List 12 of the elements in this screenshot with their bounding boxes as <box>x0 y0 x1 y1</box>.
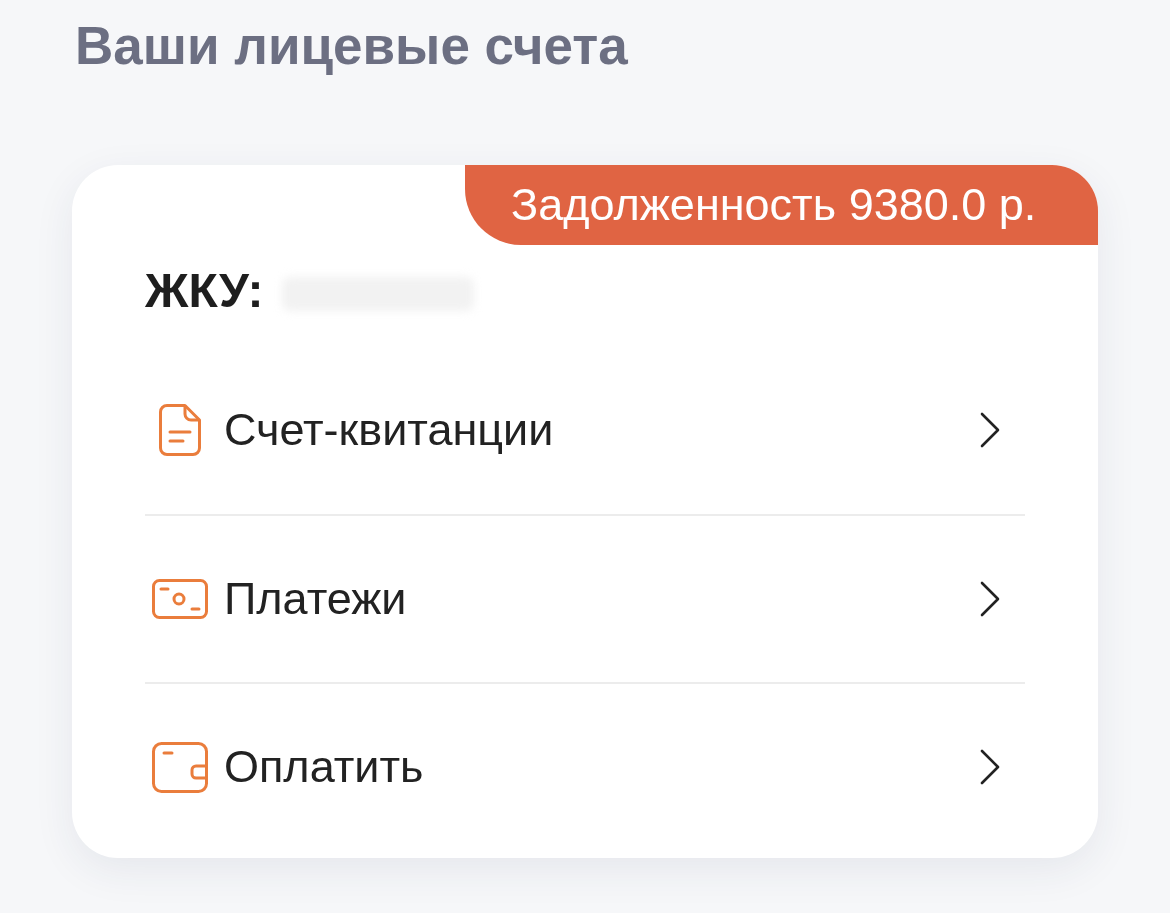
chevron-right-icon <box>980 581 1000 617</box>
account-label: ЖКУ: <box>145 263 264 319</box>
wallet-icon <box>152 741 208 793</box>
document-icon <box>159 404 201 456</box>
menu-item[interactable]: Оплатить <box>145 682 1025 850</box>
menu-item[interactable]: Счет-квитанции <box>145 346 1025 514</box>
debt-badge: Задолженность 9380.0 р. <box>465 165 1098 245</box>
page-title: Ваши лицевые счета <box>75 15 628 77</box>
banknote-icon <box>152 579 208 619</box>
menu-item[interactable]: Платежи <box>145 514 1025 682</box>
chevron-right-icon <box>980 412 1000 448</box>
chevron-right-icon <box>980 749 1000 785</box>
